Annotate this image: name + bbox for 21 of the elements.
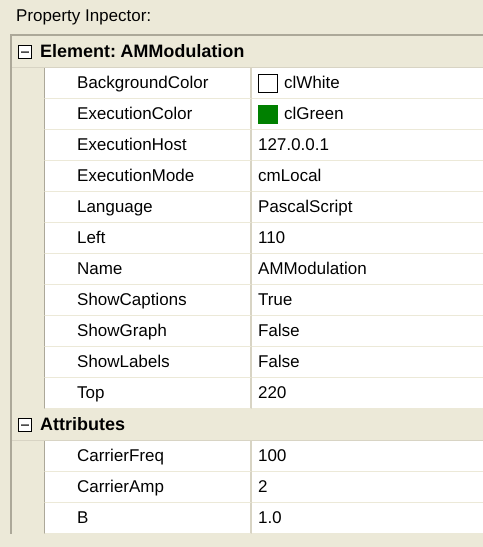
property-name: B: [44, 503, 252, 534]
property-value: 1.0: [258, 508, 282, 528]
property-value: PascalScript: [258, 197, 352, 217]
property-value: 110: [258, 228, 286, 248]
property-value: 2: [258, 477, 268, 497]
panel-title: Property Inpector:: [15, 5, 152, 27]
property-value: clGreen: [284, 104, 344, 124]
property-value: 100: [258, 446, 286, 466]
property-value: False: [258, 321, 300, 341]
collapse-icon[interactable]: [18, 44, 32, 58]
property-name: Top: [44, 378, 252, 409]
property-value: AMModulation: [258, 259, 367, 279]
property-value: 127.0.0.1: [258, 135, 329, 155]
property-value: cmLocal: [258, 166, 322, 186]
category-title: Element: AMModulation: [40, 41, 244, 62]
collapse-icon[interactable]: [18, 418, 32, 432]
property-value: True: [258, 290, 292, 310]
category-title: Attributes: [40, 414, 125, 435]
property-value: 220: [258, 383, 286, 403]
property-value: clWhite: [284, 73, 340, 93]
property-value: False: [258, 352, 300, 372]
